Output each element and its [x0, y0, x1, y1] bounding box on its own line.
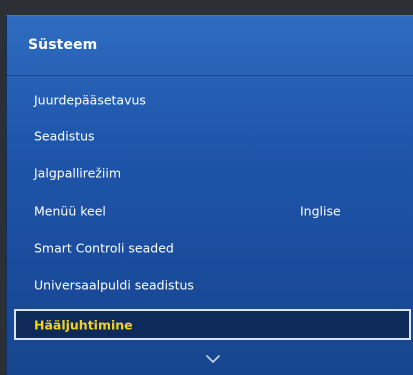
- menu-item-label: Hääljuhtimine: [34, 317, 133, 332]
- menu-item-setup[interactable]: Seadistus: [6, 118, 413, 154]
- menu-item-accessibility[interactable]: Juurdepääsetavus: [6, 82, 413, 118]
- menu-item-smart-control-settings[interactable]: Smart Controli seaded: [6, 230, 413, 266]
- menu-item-menu-language[interactable]: Menüü keel Inglise: [6, 193, 413, 229]
- menu-item-label: Seadistus: [34, 128, 95, 144]
- title-divider: [6, 75, 413, 76]
- menu-language-value: Inglise: [300, 203, 341, 219]
- menu-item-label: Juurdepääsetavus: [34, 92, 146, 108]
- chevron-down-icon[interactable]: [204, 349, 222, 363]
- menu-item-voice-control[interactable]: Hääljuhtimine: [14, 309, 411, 340]
- menu-item-universal-remote-setup[interactable]: Universaalpuldi seadistus: [6, 267, 413, 303]
- menu-item-label: Universaalpuldi seadistus: [34, 277, 194, 293]
- menu-title: Süsteem: [28, 37, 98, 53]
- menu-item-label: Jalgpallirežiim: [34, 165, 122, 181]
- menu-item-label: Menüü keel: [34, 203, 106, 219]
- menu-item-label: Smart Controli seaded: [34, 240, 174, 256]
- menu-item-football-mode[interactable]: Jalgpallirežiim: [6, 155, 413, 191]
